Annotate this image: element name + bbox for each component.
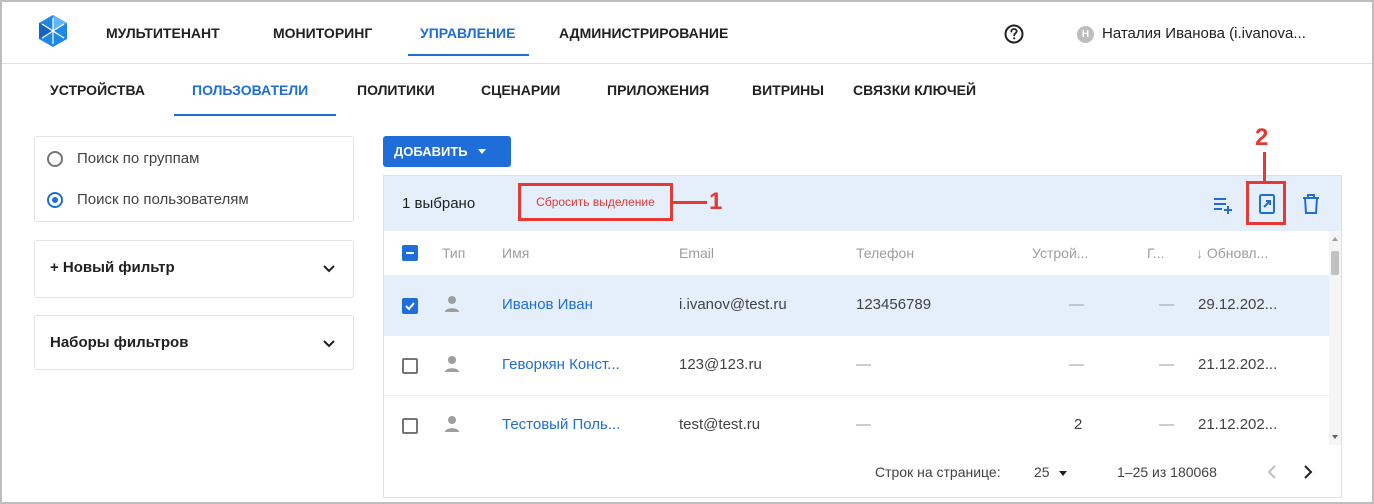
rows-per-page-select[interactable]: 25 xyxy=(1034,464,1068,480)
tab-users[interactable]: ПОЛЬЗОВАТЕЛИ xyxy=(192,82,308,98)
column-header-name[interactable]: Имя xyxy=(502,245,529,261)
user-updated: 21.12.202... xyxy=(1198,356,1278,373)
user-phone: — xyxy=(856,416,871,433)
users-table-card: 1 выбрано Сбросить выделение 1 Тип Имя E… xyxy=(383,175,1342,498)
new-filter-card[interactable]: + Новый фильтр xyxy=(34,240,354,298)
person-icon xyxy=(445,356,459,372)
radio-label: Поиск по пользователям xyxy=(77,191,249,208)
column-header-type[interactable]: Тип xyxy=(442,245,465,261)
delete-icon[interactable] xyxy=(1300,193,1322,215)
user-name[interactable]: Наталия Иванова (i.ivanova... xyxy=(1102,25,1306,42)
select-all-checkbox[interactable] xyxy=(402,245,418,261)
column-header-updated[interactable]: ↓ Обновл... xyxy=(1196,245,1268,261)
annotation-line xyxy=(673,201,707,204)
row-checkbox[interactable] xyxy=(402,358,418,374)
radio-search-groups[interactable]: Поиск по группам xyxy=(47,150,199,167)
user-name-link[interactable]: Геворкян Конст... xyxy=(502,356,620,373)
pagination: Строк на странице: 25 1–25 из 180068 xyxy=(384,445,1341,497)
caret-down-icon xyxy=(477,149,486,154)
scroll-down-icon[interactable] xyxy=(1332,435,1338,439)
tab-applications[interactable]: ПРИЛОЖЕНИЯ xyxy=(607,82,709,98)
table-header: Тип Имя Email Телефон Устрой... Г... ↓ О… xyxy=(384,231,1329,275)
topnav-multitenant[interactable]: МУЛЬТИТЕНАНТ xyxy=(106,2,220,64)
chevron-down-icon[interactable] xyxy=(323,340,335,348)
chevron-down-icon[interactable] xyxy=(323,265,335,273)
annotation-marker-1: 1 xyxy=(709,188,723,215)
user-email: 123@123.ru xyxy=(679,356,762,373)
new-filter-label: + Новый фильтр xyxy=(50,259,175,276)
reset-selection-button[interactable]: Сбросить выделение xyxy=(518,183,673,221)
sub-nav: УСТРОЙСТВА ПОЛЬЗОВАТЕЛИ ПОЛИТИКИ СЦЕНАРИ… xyxy=(2,64,1372,118)
user-groups: — xyxy=(1159,416,1174,433)
scroll-up-icon[interactable] xyxy=(1332,237,1338,241)
filter-sets-label: Наборы фильтров xyxy=(50,334,189,351)
user-devices: — xyxy=(1069,356,1084,373)
logo-icon xyxy=(39,15,67,47)
topnav-administration[interactable]: АДМИНИСТРИРОВАНИЕ xyxy=(559,2,728,64)
selected-count: 1 выбрано xyxy=(402,195,476,212)
user-updated: 21.12.202... xyxy=(1198,416,1278,433)
radio-label: Поиск по группам xyxy=(77,150,200,167)
user-devices: — xyxy=(1069,296,1084,313)
rows-per-page-label: Строк на странице: xyxy=(875,464,1001,480)
annotation-line xyxy=(1263,152,1266,182)
row-checkbox-checked[interactable] xyxy=(402,298,418,314)
annotation-highlight-export xyxy=(1246,181,1286,225)
add-button-label: ДОБАВИТЬ xyxy=(394,144,468,159)
top-bar: МУЛЬТИТЕНАНТ МОНИТОРИНГ УПРАВЛЕНИЕ АДМИН… xyxy=(2,2,1372,64)
chevron-left-icon[interactable] xyxy=(1267,465,1277,479)
rows-per-page-value: 25 xyxy=(1034,464,1050,480)
active-tab-indicator xyxy=(174,114,336,116)
radio-search-users[interactable]: Поиск по пользователям xyxy=(47,191,249,208)
row-checkbox[interactable] xyxy=(402,418,418,434)
radio-button[interactable] xyxy=(47,150,63,167)
scrollbar-thumb[interactable] xyxy=(1331,251,1339,275)
annotation-marker-2: 2 xyxy=(1255,124,1269,151)
caret-down-icon xyxy=(1059,470,1068,476)
tab-keychains[interactable]: СВЯЗКИ КЛЮЧЕЙ xyxy=(853,82,976,98)
table-row[interactable]: Иванов Иван i.ivanov@test.ru 123456789 —… xyxy=(384,275,1329,335)
tab-scenarios[interactable]: СЦЕНАРИИ xyxy=(481,82,560,98)
radio-button-checked[interactable] xyxy=(47,191,63,208)
filter-sets-card[interactable]: Наборы фильтров xyxy=(34,315,354,370)
avatar[interactable]: Н xyxy=(1077,26,1094,43)
user-groups: — xyxy=(1159,356,1174,373)
user-email: test@test.ru xyxy=(679,416,761,433)
search-mode-card: Поиск по группам Поиск по пользователям xyxy=(34,136,354,222)
chevron-right-icon[interactable] xyxy=(1303,465,1313,479)
user-updated: 29.12.202... xyxy=(1198,296,1278,313)
column-header-devices[interactable]: Устрой... xyxy=(1032,245,1088,261)
tab-policies[interactable]: ПОЛИТИКИ xyxy=(357,82,435,98)
topnav-monitoring[interactable]: МОНИТОРИНГ xyxy=(273,2,372,64)
column-header-email[interactable]: Email xyxy=(679,245,714,261)
topnav-management[interactable]: УПРАВЛЕНИЕ xyxy=(407,2,530,64)
column-header-phone[interactable]: Телефон xyxy=(856,245,914,261)
user-groups: — xyxy=(1159,296,1174,313)
user-phone: 123456789 xyxy=(856,296,932,313)
tab-showcases[interactable]: ВИТРИНЫ xyxy=(752,82,824,98)
tab-devices[interactable]: УСТРОЙСТВА xyxy=(50,82,145,98)
table-row[interactable]: Геворкян Конст... 123@123.ru — — — 21.12… xyxy=(384,335,1329,395)
user-devices: 2 xyxy=(1074,416,1083,433)
question-circle-icon[interactable] xyxy=(1004,24,1024,44)
page-range: 1–25 из 180068 xyxy=(1117,464,1217,480)
selection-bar: 1 выбрано Сбросить выделение 1 xyxy=(384,176,1341,231)
add-button[interactable]: ДОБАВИТЬ xyxy=(383,136,511,167)
add-to-list-icon[interactable] xyxy=(1212,193,1234,215)
user-name-link[interactable]: Иванов Иван xyxy=(502,296,593,313)
table-scrollbar[interactable] xyxy=(1329,231,1341,445)
person-icon xyxy=(445,296,459,312)
column-header-groups[interactable]: Г... xyxy=(1147,245,1165,261)
user-email: i.ivanov@test.ru xyxy=(679,296,787,313)
user-phone: — xyxy=(856,356,871,373)
user-name-link[interactable]: Тестовый Поль... xyxy=(502,416,620,433)
person-icon xyxy=(445,416,459,432)
